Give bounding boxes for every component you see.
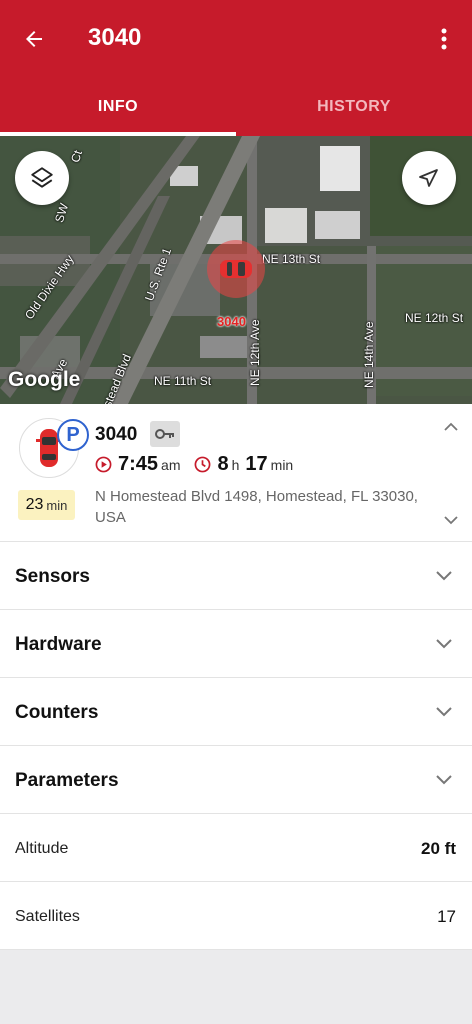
- map-layers-button[interactable]: [15, 151, 69, 205]
- map-label-street: NE 12th Ave: [248, 319, 262, 387]
- vehicle-name: 3040: [95, 424, 138, 445]
- info-row-satellites: Satellites 17: [0, 882, 472, 950]
- section-sensors[interactable]: Sensors: [0, 542, 472, 610]
- chevron-down-icon: [436, 772, 452, 790]
- map-label-street: NE 13th St: [262, 252, 321, 266]
- vehicle-map-label: 3040: [217, 314, 246, 329]
- section-label: Sensors: [15, 566, 90, 587]
- chevron-down-icon: [436, 704, 452, 722]
- tab-bar: INFO HISTORY: [0, 78, 472, 136]
- back-button[interactable]: [16, 22, 52, 56]
- chevron-down-icon: [436, 568, 452, 586]
- clock-icon: [195, 456, 211, 473]
- info-label: Satellites: [15, 908, 80, 925]
- duration-hours: 8: [217, 453, 229, 475]
- trip-time-row: 7:45 am 8 h 17 min: [95, 453, 293, 476]
- section-label: Counters: [15, 702, 99, 723]
- expand-address-button[interactable]: [444, 512, 458, 530]
- layers-icon: [31, 167, 53, 188]
- start-ampm: am: [161, 456, 181, 473]
- duration-minutes: 17: [245, 453, 268, 475]
- more-vert-icon: [441, 28, 447, 50]
- satellite-map[interactable]: NE 13th St NE 12th St NE 11th St NE 12th…: [0, 136, 472, 404]
- app-bar: 3040: [0, 0, 472, 78]
- section-hardware[interactable]: Hardware: [0, 610, 472, 678]
- duration-minutes-unit: min: [270, 456, 294, 473]
- section-parameters[interactable]: Parameters: [0, 746, 472, 814]
- duration-hours-unit: h: [231, 456, 240, 473]
- chevron-up-icon: [444, 422, 458, 431]
- tab-history[interactable]: HISTORY: [236, 78, 472, 136]
- map-label-street: NE 12th St: [405, 311, 464, 325]
- duration-badge-unit: min: [46, 497, 68, 513]
- google-logo: Google: [8, 368, 81, 391]
- ignition-key-icon: [150, 421, 180, 447]
- parking-status-badge: P: [57, 419, 89, 451]
- car-icon: [220, 260, 252, 278]
- navigation-arrow-icon: [419, 169, 438, 187]
- vehicle-map-marker[interactable]: [207, 240, 265, 298]
- duration-badge-value: 23: [25, 496, 44, 513]
- section-label: Hardware: [15, 634, 102, 655]
- map-label-street: NE 14th Ave: [362, 321, 376, 389]
- map-label-street: NE 11th St: [154, 374, 212, 388]
- chevron-down-icon: [436, 636, 452, 654]
- chevron-down-icon: [444, 516, 458, 525]
- page-title: 3040: [88, 24, 142, 51]
- arrow-left-icon: [26, 31, 42, 47]
- duration-badge: 23 min: [18, 490, 75, 520]
- collapse-button[interactable]: [444, 418, 458, 436]
- info-label: Altitude: [15, 840, 69, 857]
- info-value: 17: [437, 907, 456, 926]
- play-circle-icon: [95, 456, 112, 473]
- info-row-altitude: Altitude 20 ft: [0, 814, 472, 882]
- vehicle-address: N Homestead Blvd 1498, Homestead, FL 330…: [95, 488, 418, 526]
- vehicle-summary-card: P 3040 7:45 am 8 h 17 min 23 min N Homes…: [0, 404, 472, 542]
- tab-info[interactable]: INFO: [0, 78, 236, 136]
- info-value: 20 ft: [421, 839, 456, 858]
- more-options-button[interactable]: [430, 22, 458, 56]
- start-time: 7:45: [118, 453, 159, 475]
- section-label: Parameters: [15, 770, 119, 791]
- section-counters[interactable]: Counters: [0, 678, 472, 746]
- navigate-button[interactable]: [402, 151, 456, 205]
